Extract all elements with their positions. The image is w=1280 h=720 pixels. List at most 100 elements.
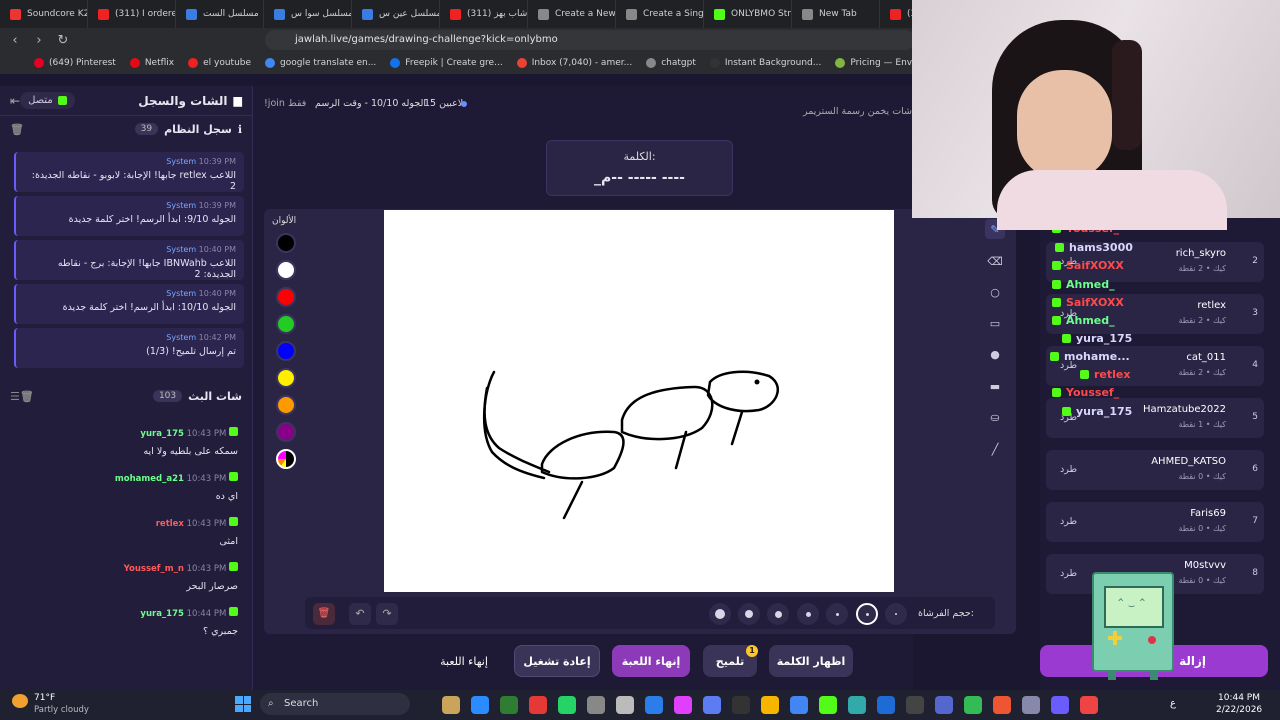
- kick-player-button[interactable]: طرد: [1060, 464, 1077, 475]
- brush-size-option[interactable]: [797, 603, 819, 625]
- taskbar-app-icon[interactable]: [645, 696, 663, 714]
- end-game-plain-button[interactable]: إنهاء اللعبة: [428, 645, 500, 677]
- bookmark-item[interactable]: Inbox (7,040) - amer...: [516, 58, 632, 68]
- back-icon[interactable]: ‹: [6, 33, 24, 48]
- forward-icon[interactable]: ›: [30, 33, 48, 48]
- taskbar-app-icon[interactable]: [558, 696, 576, 714]
- line-tool-icon[interactable]: ╱: [985, 439, 1005, 459]
- taskbar-app-icon[interactable]: [964, 696, 982, 714]
- brush-size-option[interactable]: [856, 603, 878, 625]
- taskbar-app-icon[interactable]: [906, 696, 924, 714]
- color-swatch[interactable]: [276, 341, 296, 361]
- browser-tab[interactable]: Soundcore K20i: [0, 0, 88, 28]
- taskbar-search[interactable]: ⌕ Search: [260, 693, 410, 715]
- message-text: جمبري ؟: [203, 626, 238, 637]
- system-message: System 10:39 PM الجوله 9/10: ابدأ الرسم! …: [14, 196, 244, 236]
- bookmark-item[interactable]: chatgpt: [646, 58, 696, 68]
- message-user[interactable]: mohamed_a21: [115, 474, 184, 484]
- taskbar-app-icon[interactable]: [877, 696, 895, 714]
- taskbar-app-icon[interactable]: [732, 696, 750, 714]
- color-swatch[interactable]: [276, 422, 296, 442]
- clock-date[interactable]: 2/22/2026: [1216, 705, 1262, 715]
- browser-tab[interactable]: (311) شاب بهز: [440, 0, 528, 28]
- browser-tab[interactable]: ONLYBMO Stre: [704, 0, 792, 28]
- taskbar-app-icon[interactable]: [1022, 696, 1040, 714]
- rectangle-tool-icon[interactable]: ▭: [985, 313, 1005, 333]
- taskbar-app-icon[interactable]: [500, 696, 518, 714]
- brush-size-option[interactable]: [738, 603, 760, 625]
- taskbar-app-icon[interactable]: [1080, 696, 1098, 714]
- color-swatch[interactable]: [276, 314, 296, 334]
- message-meta: System 10:40 PM: [24, 289, 236, 298]
- browser-tab[interactable]: مسلسل الست: [176, 0, 264, 28]
- input-language[interactable]: ع: [1170, 698, 1176, 709]
- redo-icon[interactable]: ↷: [376, 603, 398, 625]
- bookmark-item[interactable]: el youtube: [188, 58, 251, 68]
- end-game-button[interactable]: إنهاء اللعبة: [612, 645, 690, 677]
- windows-start-icon[interactable]: [235, 696, 251, 712]
- color-swatch[interactable]: [276, 260, 296, 280]
- bookmark-item[interactable]: Netflix: [129, 58, 174, 68]
- brush-size-option[interactable]: [767, 603, 789, 625]
- trash-icon[interactable]: 🗑: [10, 123, 24, 136]
- taskbar-app-icon[interactable]: [790, 696, 808, 714]
- fill-bucket-icon[interactable]: ⛀: [985, 407, 1005, 427]
- message-user[interactable]: retlex: [156, 519, 184, 529]
- bookmark-item[interactable]: (649) Pinterest: [34, 58, 116, 68]
- url-field[interactable]: jawlah.live/games/drawing-challenge?kick…: [265, 30, 915, 50]
- kick-player-button[interactable]: طرد: [1060, 568, 1077, 579]
- bookmark-item[interactable]: google translate en...: [265, 58, 376, 68]
- overlay-chat-name: Ahmed_: [1052, 314, 1115, 327]
- brush-size-option[interactable]: [709, 603, 731, 625]
- browser-tab[interactable]: Create a Single: [616, 0, 704, 28]
- browser-tab[interactable]: مسلسل سوا س: [264, 0, 352, 28]
- filled-rectangle-icon[interactable]: ▬: [985, 376, 1005, 396]
- reload-icon[interactable]: ↻: [54, 33, 72, 48]
- brush-size-option[interactable]: [885, 603, 907, 625]
- bookmark-item[interactable]: Freepik | Create gre...: [390, 58, 503, 68]
- taskbar-app-icon[interactable]: [761, 696, 779, 714]
- color-swatch[interactable]: [276, 233, 296, 253]
- color-swatch[interactable]: [276, 287, 296, 307]
- color-swatch[interactable]: [276, 395, 296, 415]
- message-user[interactable]: yura_175: [140, 609, 184, 619]
- color-swatch[interactable]: [276, 368, 296, 388]
- taskbar-app-icon[interactable]: [848, 696, 866, 714]
- bookmark-item[interactable]: Instant Background...: [709, 58, 821, 68]
- browser-tab[interactable]: (311) I ordered: [88, 0, 176, 28]
- trash-icon[interactable]: 🗑: [20, 390, 34, 403]
- color-picker-rainbow[interactable]: [276, 449, 296, 469]
- drawing-canvas[interactable]: [384, 210, 894, 592]
- message-text: اللاعب IBNWahb جابها! الإجابة: برج - نقا…: [57, 258, 236, 280]
- list-icon[interactable]: ☰: [10, 390, 20, 403]
- clear-canvas-icon[interactable]: 🗑: [313, 603, 335, 625]
- browser-tab[interactable]: New Tab: [792, 0, 880, 28]
- brush-size-option[interactable]: [826, 603, 848, 625]
- eraser-icon[interactable]: ⌫: [985, 251, 1005, 271]
- taskbar-app-icon[interactable]: [529, 696, 547, 714]
- collapse-icon[interactable]: ⇤: [10, 94, 20, 108]
- message-user[interactable]: Youssef_m_n: [124, 564, 184, 574]
- taskbar-app-icon[interactable]: [819, 696, 837, 714]
- taskbar-app-icon[interactable]: [1051, 696, 1069, 714]
- filled-circle-icon[interactable]: ●: [985, 344, 1005, 364]
- circle-tool-icon[interactable]: ○: [985, 282, 1005, 302]
- show-word-button[interactable]: اظهار الكلمة: [769, 645, 853, 677]
- taskbar-app-icon[interactable]: [587, 696, 605, 714]
- taskbar-app-icon[interactable]: [703, 696, 721, 714]
- restart-button[interactable]: إعادة تشغيل: [514, 645, 600, 677]
- message-user[interactable]: yura_175: [140, 429, 184, 439]
- browser-tab[interactable]: Create a New T: [528, 0, 616, 28]
- taskbar-app-icon[interactable]: [993, 696, 1011, 714]
- browser-tab[interactable]: مسلسل عين س: [352, 0, 440, 28]
- message-meta: Youssef_m_n 10:43 PM: [14, 562, 238, 574]
- clock-time[interactable]: 10:44 PM: [1218, 693, 1260, 703]
- taskbar-app-icon[interactable]: [616, 696, 634, 714]
- bookmark-item[interactable]: Pricing — Envato El...: [835, 58, 912, 68]
- undo-icon[interactable]: ↶: [349, 603, 371, 625]
- taskbar-app-icon[interactable]: [935, 696, 953, 714]
- kick-player-button[interactable]: طرد: [1060, 516, 1077, 527]
- taskbar-app-icon[interactable]: [674, 696, 692, 714]
- taskbar-app-icon[interactable]: [471, 696, 489, 714]
- taskbar-app-icon[interactable]: [442, 696, 460, 714]
